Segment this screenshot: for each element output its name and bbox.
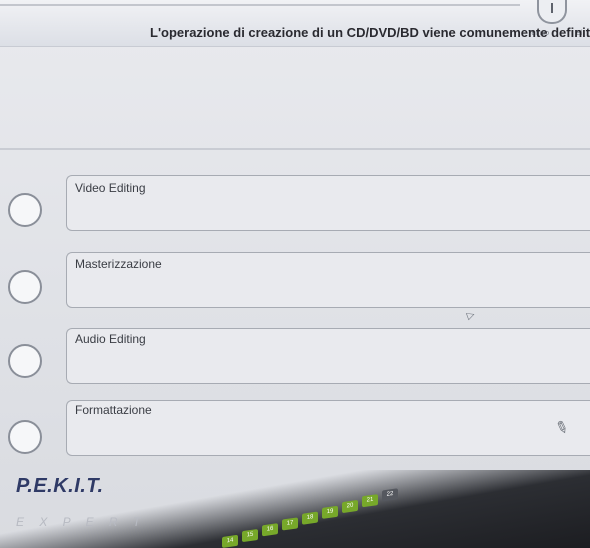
option-4-label: Formattazione xyxy=(75,403,152,417)
option-2-radio[interactable] xyxy=(8,270,42,304)
ticker-cell: 14 xyxy=(222,534,238,548)
option-1-radio[interactable] xyxy=(8,193,42,227)
pekit-logo-sub: E X P E R T xyxy=(16,515,147,529)
option-1-label: Video Editing xyxy=(75,181,146,195)
option-3-radio[interactable] xyxy=(8,344,42,378)
option-2-label: Masterizzazione xyxy=(75,257,162,271)
option-4-radio[interactable] xyxy=(8,420,42,454)
option-3-label: Audio Editing xyxy=(75,332,146,346)
ticker-cell: 17 xyxy=(282,517,298,531)
ticker-cell: 18 xyxy=(302,511,318,525)
ticker-cell: 19 xyxy=(322,505,338,519)
ticker-cell: 16 xyxy=(262,523,278,537)
mouse-cursor-icon: ▷ xyxy=(465,309,477,322)
ticker-cell: 21 xyxy=(362,494,378,508)
question-divider xyxy=(0,148,590,150)
question-text: L'operazione di creazione di un CD/DVD/B… xyxy=(150,25,590,40)
ticker-cell: 20 xyxy=(342,499,358,514)
ticker-cell: 22 xyxy=(382,488,398,502)
timer-clock-hand-icon xyxy=(551,3,553,13)
pekit-logo: P.E.K.I.T. xyxy=(16,475,104,497)
quiz-screen: Tempo El L'operazione di creazione di un… xyxy=(0,0,590,548)
progress-line xyxy=(0,4,520,6)
ticker-cell: 15 xyxy=(242,528,258,543)
